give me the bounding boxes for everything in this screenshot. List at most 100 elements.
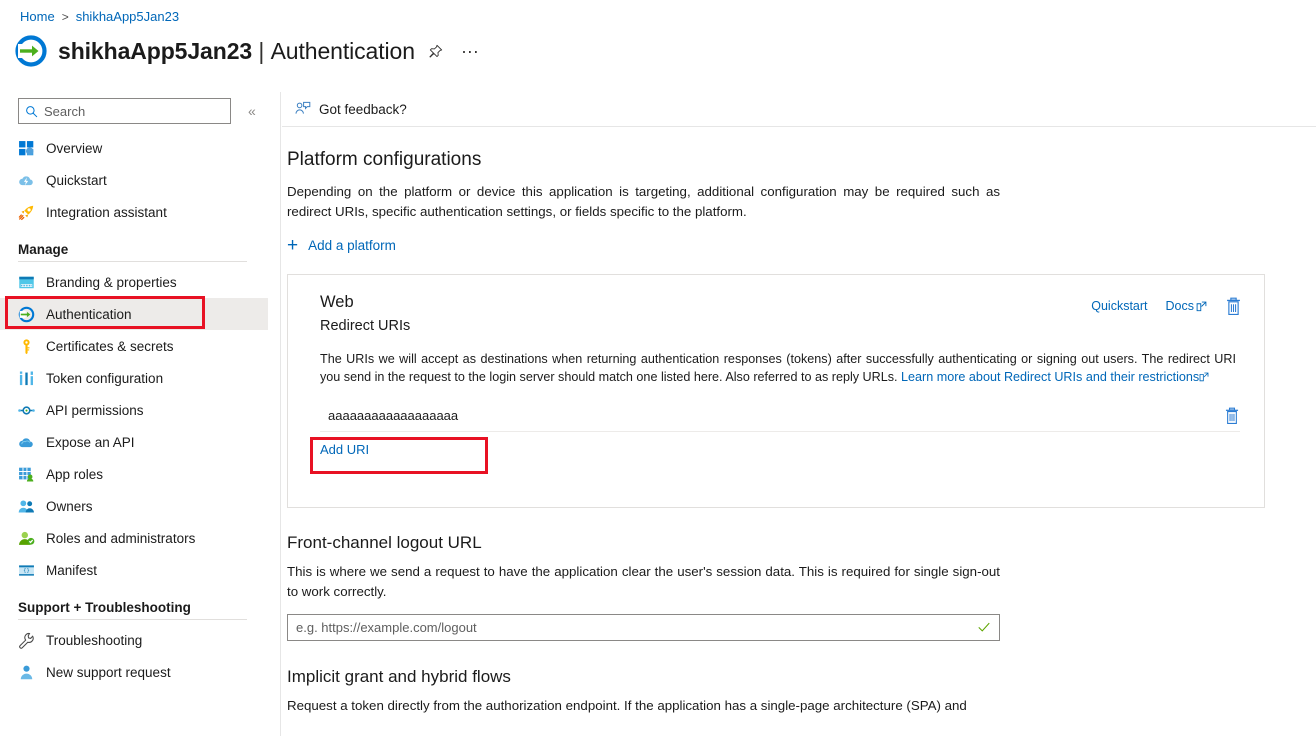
page-title-app: shikhaApp5Jan23 — [58, 38, 252, 64]
main-content: Got feedback? Platform configurations De… — [282, 92, 1316, 736]
breadcrumb: Home > shikhaApp5Jan23 — [20, 8, 179, 26]
authentication-icon — [18, 306, 35, 323]
got-feedback-button[interactable]: Got feedback? — [289, 97, 413, 121]
sidebar-item-label: App roles — [46, 467, 103, 482]
page-title-section: Authentication — [271, 38, 415, 64]
implicit-grant-title: Implicit grant and hybrid flows — [287, 667, 1316, 687]
implicit-grant-section: Implicit grant and hybrid flows Request … — [287, 667, 1316, 716]
sidebar-item-label: Roles and administrators — [46, 531, 195, 546]
add-platform-label: Add a platform — [308, 238, 396, 253]
pin-icon[interactable] — [425, 40, 447, 62]
support-person-icon — [18, 664, 35, 681]
web-platform-card: Web Redirect URIs Quickstart Docs — [287, 274, 1265, 508]
cloud-lightning-icon — [18, 172, 35, 189]
owners-icon — [18, 498, 35, 515]
sidebar-divider — [18, 261, 247, 262]
sidebar-item-roles-and-administrators[interactable]: Roles and administrators — [0, 522, 281, 554]
sidebar-item-token-configuration[interactable]: Token configuration — [0, 362, 281, 394]
manifest-icon: {} — [18, 562, 35, 579]
search-input[interactable]: Search — [18, 98, 231, 124]
wrench-icon — [18, 632, 35, 649]
sidebar-divider — [18, 619, 247, 620]
trash-icon — [1225, 297, 1242, 316]
sidebar-item-certificates-secrets[interactable]: Certificates & secrets — [0, 330, 281, 362]
web-card-subtitle: Redirect URIs — [320, 318, 410, 334]
docs-link[interactable]: Docs — [1166, 299, 1207, 313]
breadcrumb-home-link[interactable]: Home — [20, 8, 55, 26]
sidebar-item-label: Integration assistant — [46, 205, 167, 220]
page-header: shikhaApp5Jan23 | Authentication ··· — [14, 34, 483, 68]
sidebar-search-row: Search « — [18, 98, 256, 124]
web-card-description: The URIs we will accept as destinations … — [320, 350, 1236, 387]
add-uri-link[interactable]: Add URI — [320, 442, 369, 457]
docs-label: Docs — [1166, 299, 1194, 313]
delete-platform-button[interactable] — [1225, 297, 1242, 316]
api-permissions-icon — [18, 402, 35, 419]
app-roles-icon — [18, 466, 35, 483]
trash-icon — [1224, 407, 1240, 425]
redirect-uri-input[interactable]: aaaaaaaaaaaaaaaaaa — [320, 408, 458, 423]
sidebar-nav: Overview Quickstart Integration assistan… — [0, 132, 281, 688]
breadcrumb-current-link[interactable]: shikhaApp5Jan23 — [76, 8, 179, 26]
front-channel-logout-section: Front-channel logout URL This is where w… — [287, 533, 1316, 641]
sidebar-item-label: Overview — [46, 141, 102, 156]
implicit-grant-description: Request a token directly from the author… — [287, 696, 1000, 716]
breadcrumb-separator: > — [62, 8, 69, 26]
sidebar-item-integration-assistant[interactable]: Integration assistant — [0, 196, 281, 228]
sidebar-item-app-roles[interactable]: App roles — [0, 458, 281, 490]
web-card-header: Web Redirect URIs Quickstart Docs — [320, 293, 1242, 334]
sidebar-item-label: Manifest — [46, 563, 97, 578]
grid-overview-icon — [18, 140, 35, 157]
sidebar-item-label: Branding & properties — [46, 275, 177, 290]
front-channel-logout-url-input[interactable]: e.g. https://example.com/logout — [287, 614, 1000, 641]
feedback-person-icon — [295, 101, 311, 117]
got-feedback-label: Got feedback? — [319, 102, 407, 117]
sidebar-item-troubleshooting[interactable]: Troubleshooting — [0, 624, 281, 656]
sidebar-item-label: API permissions — [46, 403, 144, 418]
command-bar: Got feedback? — [282, 92, 1316, 127]
external-link-icon — [1199, 372, 1209, 382]
sidebar-item-quickstart[interactable]: Quickstart — [0, 164, 281, 196]
front-channel-description: This is where we send a request to have … — [287, 562, 1000, 602]
sidebar-item-label: Authentication — [46, 307, 132, 322]
redirect-uri-learn-more-link[interactable]: Learn more about Redirect URIs and their… — [901, 370, 1199, 384]
key-icon — [18, 338, 35, 355]
rocket-icon — [18, 204, 35, 221]
quickstart-label: Quickstart — [1091, 299, 1147, 313]
sidebar-item-manifest[interactable]: {} Manifest — [0, 554, 281, 586]
ellipsis-icon[interactable]: ··· — [457, 46, 483, 56]
sidebar-item-label: Token configuration — [46, 371, 163, 386]
plus-icon: + — [287, 239, 298, 253]
web-card-actions: Quickstart Docs — [1091, 293, 1242, 316]
sidebar-group-title-manage: Manage — [0, 242, 281, 257]
sidebar-item-label: Certificates & secrets — [46, 339, 174, 354]
sidebar-item-branding-properties[interactable]: Branding & properties — [0, 266, 281, 298]
checkmark-icon — [977, 620, 991, 634]
sidebar-item-new-support-request[interactable]: New support request — [0, 656, 281, 688]
platform-configurations-description: Depending on the platform or device this… — [287, 182, 1000, 221]
delete-uri-button[interactable] — [1224, 407, 1240, 425]
chevron-double-left-icon[interactable]: « — [248, 104, 256, 118]
sidebar-group-title-support: Support + Troubleshooting — [0, 600, 281, 615]
sidebar-item-api-permissions[interactable]: API permissions — [0, 394, 281, 426]
sidebar-item-label: New support request — [46, 665, 171, 680]
azure-portal-page: Home > shikhaApp5Jan23 shikhaApp5Jan23 |… — [0, 0, 1316, 736]
svg-text:{}: {} — [23, 568, 29, 574]
redirect-uri-row: aaaaaaaaaaaaaaaaaa — [320, 401, 1240, 432]
sidebar-item-owners[interactable]: Owners — [0, 490, 281, 522]
page-title-separator: | — [258, 38, 264, 64]
sidebar-item-label: Owners — [46, 499, 93, 514]
web-card-titles: Web Redirect URIs — [320, 293, 410, 334]
token-bars-icon — [18, 370, 35, 387]
quickstart-link[interactable]: Quickstart — [1091, 299, 1147, 313]
sidebar-item-label: Expose an API — [46, 435, 135, 450]
sidebar-item-overview[interactable]: Overview — [0, 132, 281, 164]
front-channel-title: Front-channel logout URL — [287, 533, 1316, 553]
sidebar-item-authentication[interactable]: Authentication — [0, 298, 268, 330]
sidebar-item-expose-an-api[interactable]: Expose an API — [0, 426, 281, 458]
app-registration-icon — [14, 34, 48, 68]
cloud-api-icon — [18, 434, 35, 451]
add-platform-button[interactable]: + Add a platform — [287, 238, 396, 253]
sidebar: Search « Overview — [0, 92, 281, 736]
page-title: shikhaApp5Jan23 | Authentication — [58, 38, 415, 65]
